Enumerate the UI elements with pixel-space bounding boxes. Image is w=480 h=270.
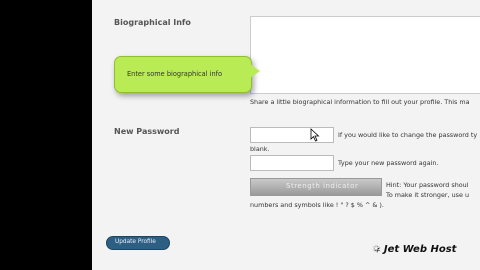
mouse-cursor-icon (310, 128, 320, 142)
callout-tail (250, 64, 260, 78)
jet-web-host-logo: ✶ Jet Web Host (372, 244, 456, 255)
password-hint: If you would like to change the password… (338, 131, 478, 139)
password-tip-line2: To make it stronger, use u (386, 191, 470, 199)
password-strength-indicator: Strength indicator (250, 178, 382, 196)
confirm-password-hint: Type your new password again. (338, 159, 439, 167)
strength-label: Strength indicator (286, 182, 359, 190)
callout-text: Enter some biographical info (127, 70, 222, 78)
logo-text: Jet Web Host (383, 244, 457, 255)
password-hint-blank: blank. (250, 145, 270, 153)
confirm-password-input[interactable] (250, 155, 334, 171)
profile-page: Biographical Info Enter some biographica… (92, 0, 480, 270)
update-profile-label: Update Profile (115, 239, 156, 245)
bio-textarea[interactable] (250, 16, 480, 94)
password-label: New Password (114, 127, 180, 136)
password-tip-line3: numbers and symbols like ! " ? $ % ^ & )… (250, 201, 384, 209)
update-profile-button[interactable]: Update Profile (106, 236, 170, 250)
bio-label: Biographical Info (114, 18, 191, 27)
new-password-input[interactable] (250, 127, 334, 143)
password-tip-line1: Hint: Your password shoul (386, 181, 469, 189)
bio-callout: Enter some biographical info (114, 56, 252, 93)
bio-hint: Share a little biographical information … (250, 98, 470, 106)
logo-star-icon: ✶ (372, 244, 381, 255)
